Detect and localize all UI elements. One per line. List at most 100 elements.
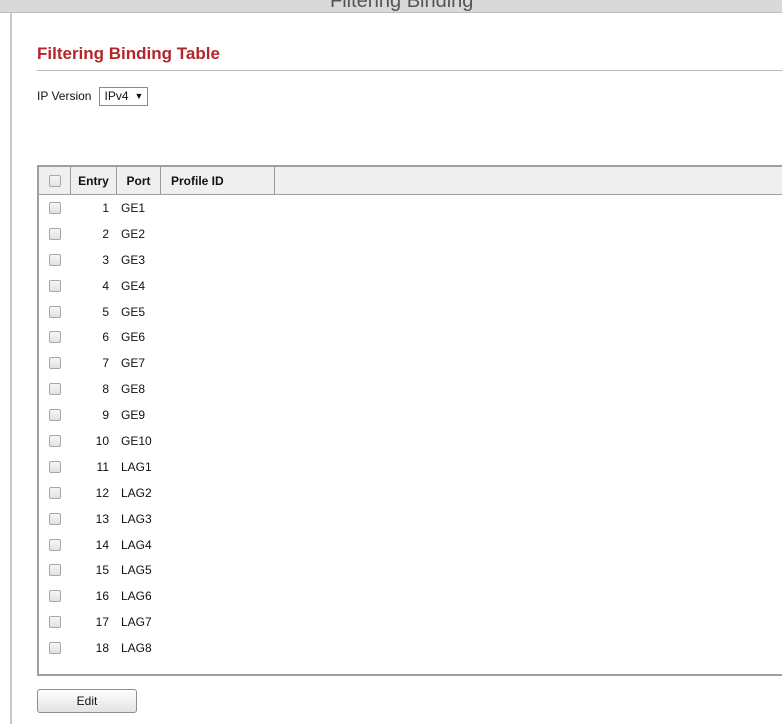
top-header-bar: Filtering Binding <box>0 0 782 13</box>
row-checkbox-cell <box>39 642 71 655</box>
row-checkbox[interactable] <box>49 331 61 344</box>
cell-entry: 15 <box>95 563 109 578</box>
table-row[interactable]: 13 LAG3 <box>39 506 782 532</box>
row-checkbox-cell <box>39 590 71 603</box>
cell-entry: 9 <box>102 408 109 423</box>
cell-port: GE6 <box>121 330 146 345</box>
row-checkbox[interactable] <box>49 590 61 603</box>
row-checkbox-cell <box>39 331 71 344</box>
row-checkbox-cell <box>39 616 71 629</box>
row-checkbox-cell <box>39 383 71 396</box>
cell-entry: 16 <box>95 589 109 604</box>
column-header-port[interactable]: Port <box>117 167 161 194</box>
table-row[interactable]: 8 GE8 <box>39 376 782 402</box>
row-checkbox-cell <box>39 434 71 447</box>
table-row[interactable]: 17 LAG7 <box>39 609 782 635</box>
row-checkbox[interactable] <box>49 616 61 629</box>
row-checkbox-cell <box>39 201 71 214</box>
cell-entry: 7 <box>102 356 109 371</box>
row-checkbox-cell <box>39 305 71 318</box>
cell-port: GE4 <box>121 278 146 293</box>
section-divider <box>37 70 782 71</box>
section-title: Filtering Binding Table <box>37 44 220 63</box>
table-row[interactable]: 10 GE10 <box>39 428 782 454</box>
cell-port: GE1 <box>121 200 146 215</box>
column-header-profile-id[interactable]: Profile ID <box>161 167 275 194</box>
binding-table: Entry Port Profile ID 1 GE1 2 GE2 3 GE3 4 GE4 5 G… <box>37 165 782 676</box>
row-checkbox[interactable] <box>49 227 61 240</box>
row-checkbox-cell <box>39 357 71 370</box>
row-checkbox[interactable] <box>49 564 61 577</box>
cell-port: LAG2 <box>121 485 152 500</box>
table-row[interactable]: 11 LAG1 <box>39 454 782 480</box>
cell-entry: 2 <box>102 226 109 241</box>
cell-port: LAG7 <box>121 615 152 630</box>
table-row[interactable]: 16 LAG6 <box>39 583 782 609</box>
row-checkbox-cell <box>39 512 71 525</box>
ip-version-select[interactable]: IPv4 ▼ <box>99 86 149 106</box>
row-checkbox-cell <box>39 279 71 292</box>
cell-port: GE2 <box>121 226 146 241</box>
row-checkbox[interactable] <box>49 201 61 214</box>
table-row[interactable]: 2 GE2 <box>39 221 782 247</box>
edit-button[interactable]: Edit <box>37 689 137 713</box>
row-checkbox[interactable] <box>49 512 61 525</box>
row-checkbox[interactable] <box>49 253 61 266</box>
row-checkbox-cell <box>39 253 71 266</box>
ip-version-row: IP Version IPv4 ▼ <box>37 86 149 106</box>
table-row[interactable]: 9 GE9 <box>39 402 782 428</box>
table-row[interactable]: 18 LAG8 <box>39 635 782 661</box>
table-row[interactable]: 15 LAG5 <box>39 557 782 583</box>
clipped-page-title: Filtering Binding <box>330 0 474 12</box>
cell-entry: 18 <box>95 641 109 656</box>
cell-entry: 11 <box>96 459 109 474</box>
table-row[interactable]: 14 LAG4 <box>39 532 782 558</box>
row-checkbox[interactable] <box>49 538 61 551</box>
table-row[interactable]: 4 GE4 <box>39 273 782 299</box>
cell-port: GE7 <box>121 356 146 371</box>
cell-port: LAG5 <box>121 563 152 578</box>
cell-port: LAG3 <box>121 511 152 526</box>
row-checkbox-cell <box>39 460 71 473</box>
cell-entry: 12 <box>95 485 109 500</box>
row-checkbox[interactable] <box>49 486 61 499</box>
table-body: 1 GE1 2 GE2 3 GE3 4 GE4 5 GE5 6 GE6 7 GE7 8 GE8 9 GE9 10 GE… <box>39 195 782 661</box>
cell-port: LAG4 <box>121 537 152 552</box>
cell-entry: 3 <box>102 252 109 267</box>
row-checkbox[interactable] <box>49 279 61 292</box>
table-header: Entry Port Profile ID <box>39 167 782 195</box>
table-row[interactable]: 1 GE1 <box>39 195 782 221</box>
row-checkbox[interactable] <box>49 642 61 655</box>
table-row[interactable]: 7 GE7 <box>39 350 782 376</box>
cell-entry: 1 <box>102 200 109 215</box>
row-checkbox[interactable] <box>49 409 61 422</box>
cell-port: LAG8 <box>121 641 152 656</box>
row-checkbox[interactable] <box>49 357 61 370</box>
ip-version-selected-value: IPv4 <box>104 89 129 103</box>
row-checkbox[interactable] <box>49 434 61 447</box>
row-checkbox-cell <box>39 538 71 551</box>
table-row[interactable]: 6 GE6 <box>39 324 782 350</box>
column-header-entry[interactable]: Entry <box>71 167 117 194</box>
select-all-checkbox[interactable] <box>48 174 61 187</box>
left-divider <box>10 12 12 724</box>
cell-entry: 5 <box>102 304 109 319</box>
cell-port: GE3 <box>121 252 146 267</box>
row-checkbox[interactable] <box>49 383 61 396</box>
cell-port: LAG1 <box>121 459 152 474</box>
row-checkbox[interactable] <box>49 460 61 473</box>
table-row[interactable]: 12 LAG2 <box>39 480 782 506</box>
cell-port: GE9 <box>121 408 146 423</box>
cell-port: GE10 <box>121 433 152 448</box>
table-row[interactable]: 5 GE5 <box>39 299 782 325</box>
table-row[interactable]: 3 GE3 <box>39 247 782 273</box>
cell-entry: 10 <box>95 433 109 448</box>
cell-entry: 17 <box>95 615 109 630</box>
cell-port: LAG6 <box>121 589 152 604</box>
row-checkbox-cell <box>39 227 71 240</box>
row-checkbox[interactable] <box>49 305 61 318</box>
select-all-cell <box>39 167 71 194</box>
ip-version-label: IP Version <box>37 89 92 103</box>
cell-entry: 13 <box>95 511 109 526</box>
cell-port: GE8 <box>121 382 146 397</box>
